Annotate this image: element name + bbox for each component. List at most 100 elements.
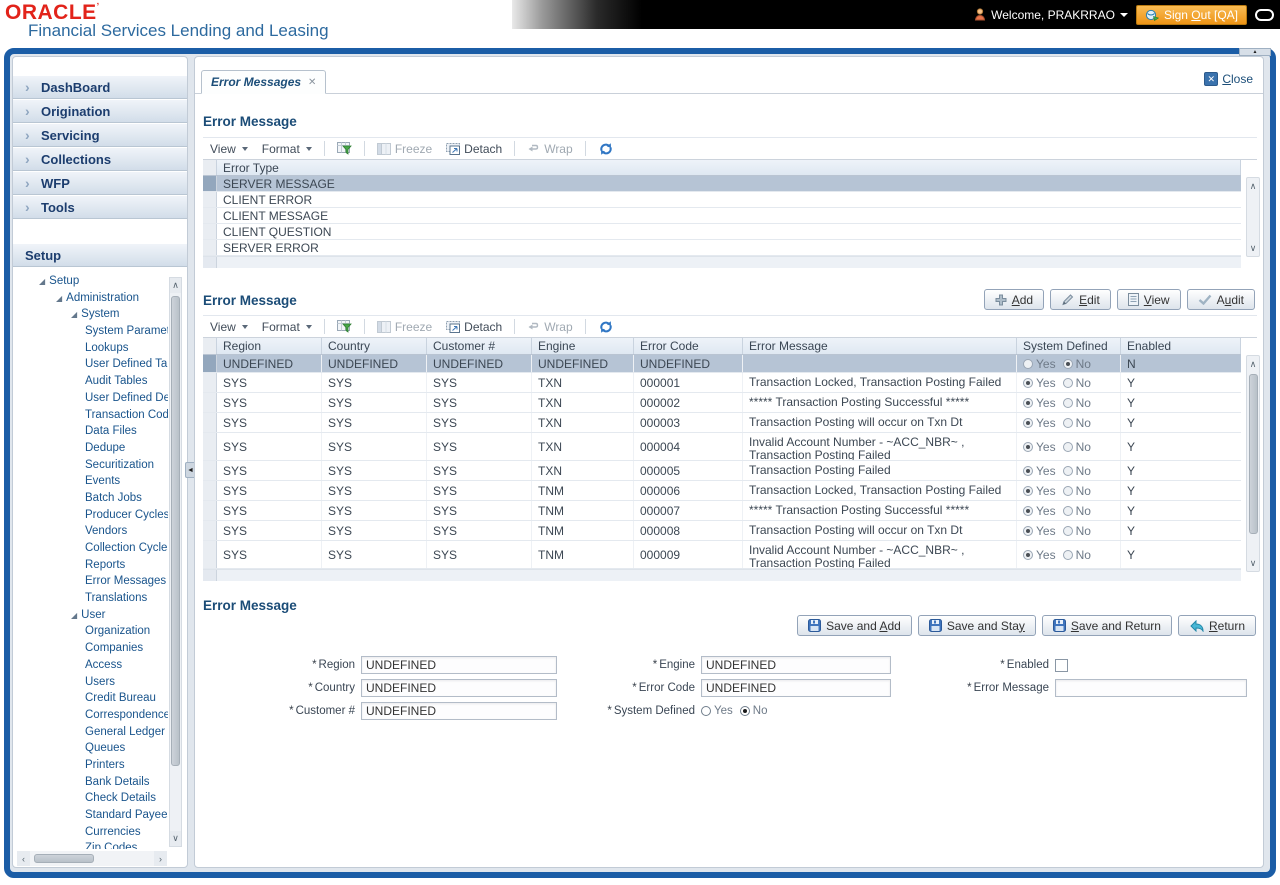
region-input[interactable]	[361, 656, 557, 674]
scroll-thumb[interactable]	[1249, 374, 1258, 534]
tree-item-bank-details[interactable]: Bank Details	[13, 774, 168, 791]
column-header-region[interactable]: Region	[217, 338, 322, 354]
error-message-input[interactable]	[1055, 679, 1247, 697]
tab-close-icon[interactable]: ✕	[308, 77, 316, 88]
column-header-enabled[interactable]: Enabled	[1121, 338, 1241, 354]
tree-item-audit-tables[interactable]: Audit Tables	[13, 373, 168, 390]
audit-button[interactable]: Audit	[1187, 289, 1255, 310]
refresh-button[interactable]	[598, 320, 614, 334]
tree-item-reports[interactable]: Reports	[13, 557, 168, 574]
sidebar-item-wfp[interactable]: ›WFP	[13, 171, 187, 195]
error-message-row[interactable]: SYSSYSSYSTXN000005Transaction Posting Fa…	[203, 461, 1241, 481]
scroll-down-icon[interactable]: ∨	[170, 831, 181, 846]
error-type-row[interactable]: CLIENT ERROR	[203, 192, 1241, 208]
tree-item-translations[interactable]: Translations	[13, 590, 168, 607]
error-message-row[interactable]: SYSSYSSYSTXN000004Invalid Account Number…	[203, 433, 1241, 461]
scroll-down-icon[interactable]: ∨	[1247, 555, 1259, 571]
error-message-row[interactable]: SYSSYSSYSTNM000006Transaction Locked, Tr…	[203, 481, 1241, 501]
scroll-up-icon[interactable]: ∧	[1247, 178, 1259, 194]
tree-item-system-paramete[interactable]: System Paramete	[13, 323, 168, 340]
column-header-error-message[interactable]: Error Message	[743, 338, 1017, 354]
tree-item-currencies[interactable]: Currencies	[13, 824, 168, 841]
edit-button[interactable]: Edit	[1050, 289, 1111, 310]
welcome-menu[interactable]: Welcome, PRAKRRAO	[974, 8, 1128, 22]
scroll-down-icon[interactable]: ∨	[1247, 240, 1259, 256]
tree-vertical-scrollbar[interactable]: ∧ ∨	[169, 277, 182, 847]
scroll-up-icon[interactable]: ∧	[170, 278, 181, 293]
customer-input[interactable]	[361, 702, 557, 720]
view-menu-button[interactable]: View	[210, 320, 248, 334]
scroll-thumb[interactable]	[34, 854, 94, 863]
tree-item-data-files[interactable]: Data Files	[13, 423, 168, 440]
tree-item-check-details[interactable]: Check Details	[13, 790, 168, 807]
tree-item-organization[interactable]: Organization	[13, 623, 168, 640]
sidebar-item-origination[interactable]: ›Origination	[13, 99, 187, 123]
tree-item-companies[interactable]: Companies	[13, 640, 168, 657]
system-defined-yes-option[interactable]: Yes	[701, 705, 733, 717]
error-message-row[interactable]: SYSSYSSYSTNM000009Invalid Account Number…	[203, 541, 1241, 569]
save-and-add-button[interactable]: Save and Add	[797, 615, 912, 636]
error-type-row[interactable]: SERVER ERROR	[203, 240, 1241, 256]
scroll-right-icon[interactable]: ›	[154, 851, 167, 866]
column-header-error-code[interactable]: Error Code	[634, 338, 743, 354]
sidebar-item-servicing[interactable]: ›Servicing	[13, 123, 187, 147]
error-type-table-scrollbar[interactable]: ∧ ∨	[1246, 177, 1260, 257]
error-code-input[interactable]	[701, 679, 891, 697]
error-message-row[interactable]: SYSSYSSYSTNM000007***** Transaction Post…	[203, 501, 1241, 521]
detach-button[interactable]: Detach	[446, 142, 502, 156]
grid-scrollbar[interactable]: ∧ ∨	[1246, 355, 1260, 572]
add-button[interactable]: Add	[984, 289, 1044, 310]
panel-collapse-handle[interactable]: ▲	[1239, 48, 1271, 56]
tree-item-dedupe[interactable]: Dedupe	[13, 440, 168, 457]
scroll-left-icon[interactable]: ‹	[17, 851, 30, 866]
tree-item-access[interactable]: Access	[13, 657, 168, 674]
tree-item-users[interactable]: Users	[13, 674, 168, 691]
return-button[interactable]: Return	[1178, 615, 1256, 636]
column-header-system-defined[interactable]: System Defined	[1017, 338, 1121, 354]
column-header-customer[interactable]: Customer #	[427, 338, 532, 354]
tree-item-user-defined-def[interactable]: User Defined Def	[13, 390, 168, 407]
tree-item-collection-cycles[interactable]: Collection Cycles	[13, 540, 168, 557]
tree-item-administration[interactable]: ◢Administration	[13, 290, 168, 307]
close-button[interactable]: ✕ Close	[1204, 72, 1253, 86]
tree-item-lookups[interactable]: Lookups	[13, 340, 168, 357]
sidebar-item-collections[interactable]: ›Collections	[13, 147, 187, 171]
tree-item-error-messages[interactable]: Error Messages	[13, 573, 168, 590]
column-header-country[interactable]: Country	[322, 338, 427, 354]
column-header-error-type[interactable]: Error Type	[217, 160, 1241, 175]
tree-item-standard-payees[interactable]: Standard Payees	[13, 807, 168, 824]
tree-item-producer-cycles[interactable]: Producer Cycles	[13, 507, 168, 524]
error-type-row[interactable]: CLIENT QUESTION	[203, 224, 1241, 240]
save-and-stay-button[interactable]: Save and Stay	[918, 615, 1036, 636]
tree-item-queues[interactable]: Queues	[13, 740, 168, 757]
view-menu-button[interactable]: View	[210, 142, 248, 156]
error-type-row[interactable]: CLIENT MESSAGE	[203, 208, 1241, 224]
error-type-row[interactable]: SERVER MESSAGE	[203, 176, 1241, 192]
sidebar-item-dashboard[interactable]: ›DashBoard	[13, 75, 187, 99]
query-by-example-button[interactable]	[337, 142, 352, 155]
tree-horizontal-scrollbar[interactable]: ‹ ›	[17, 851, 167, 866]
tree-item-setup[interactable]: ◢Setup	[13, 273, 168, 290]
detach-button[interactable]: Detach	[446, 320, 502, 334]
tree-item-user-defined-tab[interactable]: User Defined Tab	[13, 356, 168, 373]
tree-item-transaction-code[interactable]: Transaction Code	[13, 407, 168, 424]
tree-item-events[interactable]: Events	[13, 473, 168, 490]
system-defined-no-option[interactable]: No	[740, 705, 768, 717]
tree-item-securitization[interactable]: Securitization	[13, 457, 168, 474]
tree-item-correspondence[interactable]: Correspondence	[13, 707, 168, 724]
query-by-example-button[interactable]	[337, 320, 352, 333]
view-button[interactable]: View	[1117, 289, 1181, 310]
tree-item-vendors[interactable]: Vendors	[13, 523, 168, 540]
scroll-up-icon[interactable]: ∧	[1247, 356, 1259, 372]
error-message-row[interactable]: SYSSYSSYSTXN000002***** Transaction Post…	[203, 393, 1241, 413]
format-menu-button[interactable]: Format	[262, 142, 312, 156]
column-header-engine[interactable]: Engine	[532, 338, 634, 354]
tree-item-user[interactable]: ◢User	[13, 607, 168, 624]
sidebar-item-tools[interactable]: ›Tools	[13, 195, 187, 219]
error-message-row[interactable]: SYSSYSSYSTXN000003Transaction Posting wi…	[203, 413, 1241, 433]
refresh-button[interactable]	[598, 142, 614, 156]
sign-out-button[interactable]: Sign Out [QA]	[1136, 5, 1247, 25]
country-input[interactable]	[361, 679, 557, 697]
enabled-checkbox[interactable]	[1055, 659, 1068, 672]
sidebar-item-setup[interactable]: Setup	[13, 243, 187, 267]
